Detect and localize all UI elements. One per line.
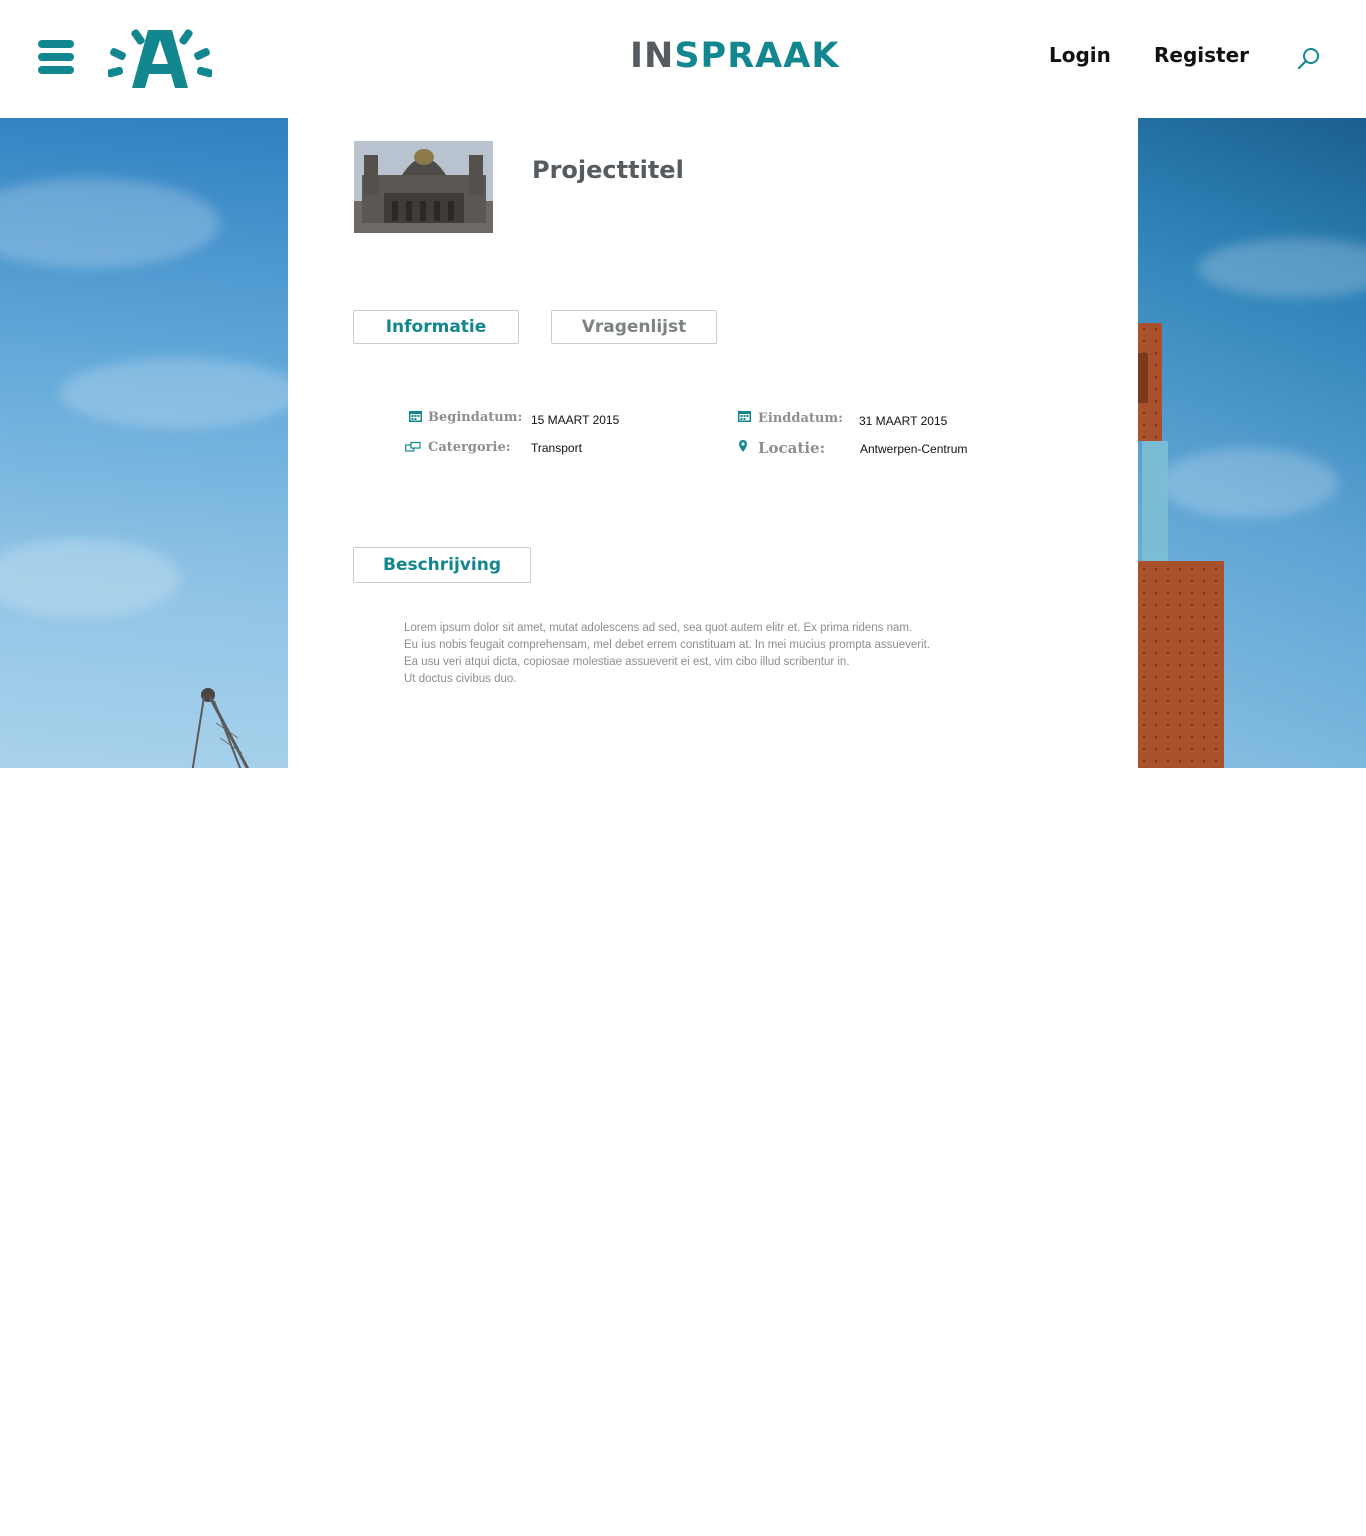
category-icon <box>405 441 421 452</box>
tab-vragenlijst[interactable]: Vragenlijst <box>551 310 717 344</box>
location-value: Antwerpen-Centrum <box>860 442 968 456</box>
end-date-label: Einddatum: <box>758 411 843 426</box>
crane-image <box>191 688 250 768</box>
description-line: Ut doctus civibus duo. <box>404 673 517 685</box>
search-icon[interactable] <box>1296 46 1322 72</box>
calendar-icon <box>409 411 422 422</box>
brand-spraak: SPRAAK <box>674 36 840 76</box>
hamburger-icon[interactable] <box>38 40 74 76</box>
begin-date-label: Begindatum: <box>428 410 523 425</box>
register-link[interactable]: Register <box>1154 43 1249 67</box>
brand-in: IN <box>630 36 675 76</box>
location-label: Locatie: <box>758 439 826 457</box>
site-header: INSPRAAK Login Register <box>0 0 1366 118</box>
description-heading: Beschrijving <box>353 547 531 583</box>
begin-date-value: 15 MAART 2015 <box>531 413 620 427</box>
login-link[interactable]: Login <box>1049 43 1111 67</box>
antwerpen-logo[interactable] <box>108 26 212 92</box>
tab-informatie[interactable]: Informatie <box>353 310 519 344</box>
end-date-value: 31 MAART 2015 <box>859 414 948 428</box>
calendar-icon <box>738 411 751 422</box>
map-pin-icon <box>739 440 747 452</box>
description-text: Lorem ipsum dolor sit amet, mutat adoles… <box>404 620 964 688</box>
description-line: Eu ius nobis feugait comprehensam, mel d… <box>404 639 931 651</box>
museum-building-image <box>1138 323 1224 768</box>
category-value: Transport <box>531 441 582 455</box>
brand-wordmark[interactable]: INSPRAAK <box>630 34 839 78</box>
project-thumbnail[interactable] <box>354 141 493 233</box>
background-photo-left <box>0 118 288 768</box>
description-line: Ea usu veri atqui dicta, copiosae molest… <box>404 656 850 668</box>
project-title: Projecttitel <box>532 156 684 184</box>
project-panel: Projecttitel Informatie Vragenlijst Begi… <box>288 118 1138 768</box>
background-photo-right <box>1138 118 1366 768</box>
category-label: Catergorie: <box>428 440 511 455</box>
description-line: Lorem ipsum dolor sit amet, mutat adoles… <box>404 622 913 634</box>
